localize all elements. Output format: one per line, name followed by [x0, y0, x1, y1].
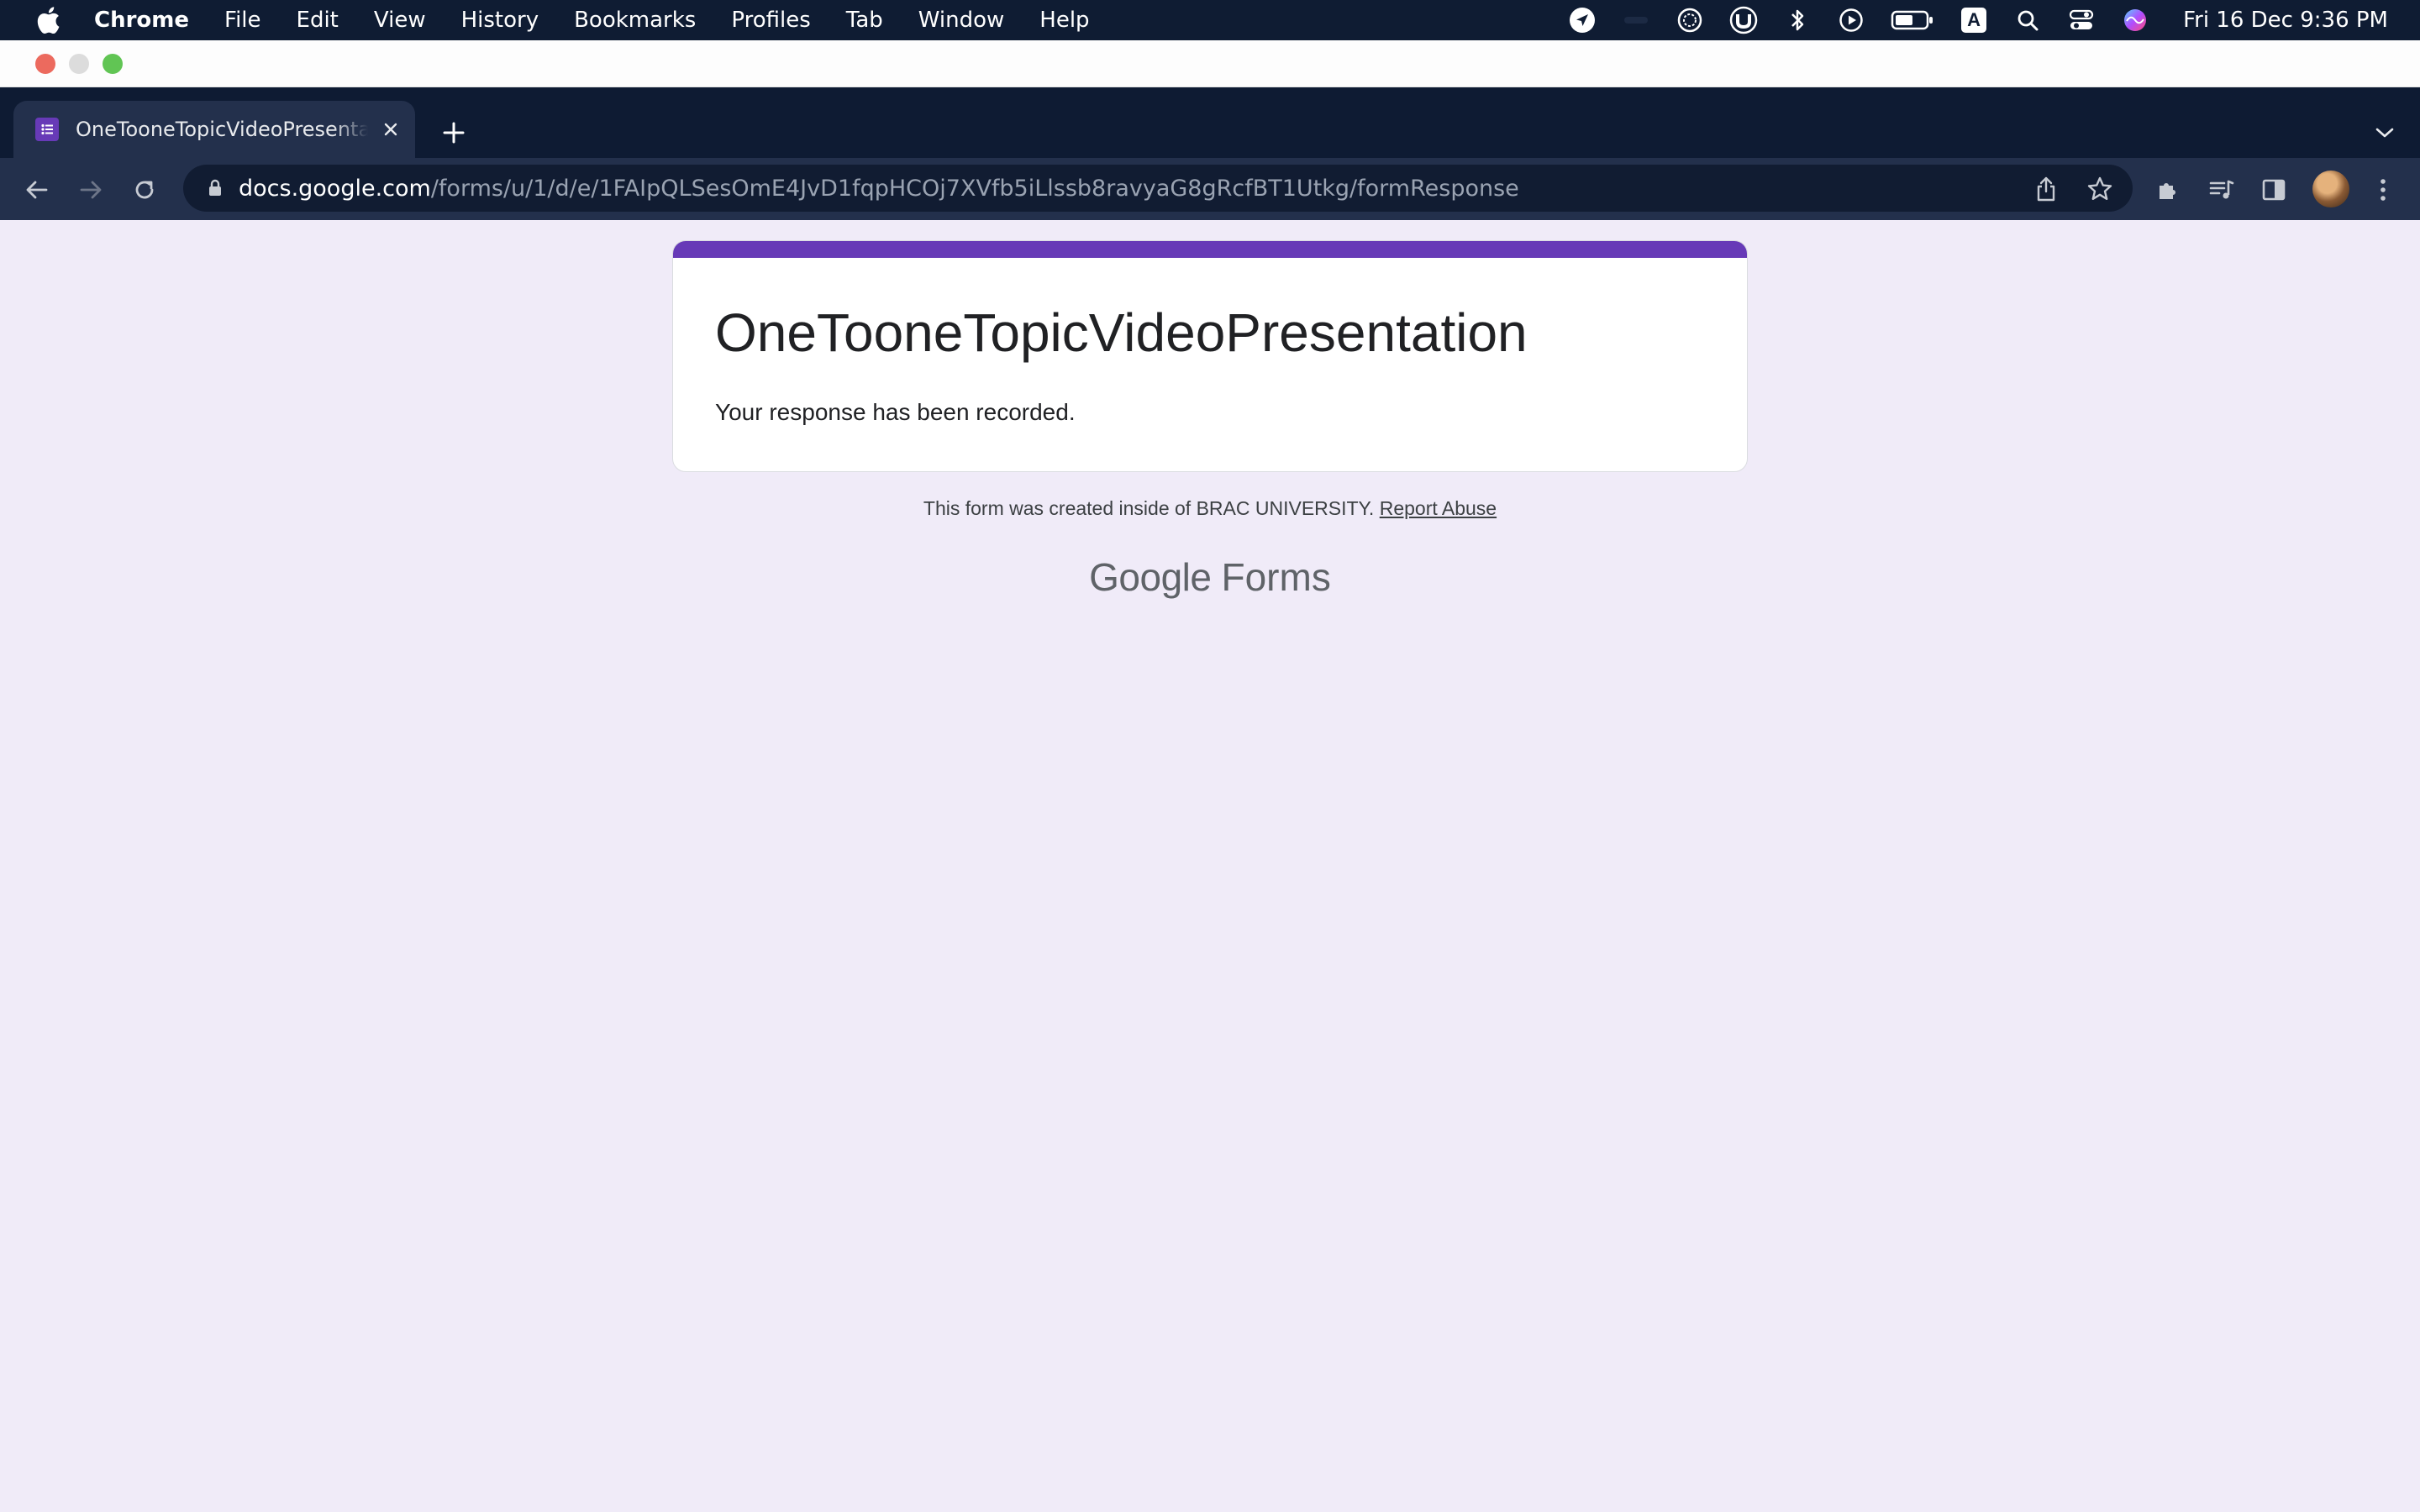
form-title: OneTooneTopicVideoPresentation — [715, 302, 1528, 363]
macos-menu-bar: Chrome File Edit View History Bookmarks … — [0, 0, 2420, 40]
battery-icon — [1891, 6, 1934, 34]
reload-icon[interactable] — [128, 173, 161, 207]
profile-avatar[interactable] — [2312, 171, 2349, 207]
chevron-down-icon[interactable] — [2370, 118, 2400, 148]
form-confirmation-card: OneTooneTopicVideoPresentation Your resp… — [672, 240, 1748, 472]
report-abuse-link[interactable]: Report Abuse — [1380, 497, 1497, 519]
url-path: /forms/u/1/d/e/1FAIpQLSesOmE4JvD1fqpHCOj… — [430, 175, 1519, 202]
share-icon[interactable] — [2032, 175, 2060, 203]
window-zoom-button[interactable] — [103, 54, 123, 74]
google-forms-icon — [35, 118, 59, 141]
tab-title: OneTooneTopicVideoPresentation — [76, 118, 368, 141]
url-host: docs.google.com — [239, 175, 431, 202]
extensions-puzzle-icon[interactable] — [2151, 173, 2185, 207]
control-center-icon[interactable] — [2067, 6, 2096, 34]
url-text[interactable]: docs.google.com/forms/u/1/d/e/1FAIpQLSes… — [239, 176, 1519, 202]
menu-profiles[interactable]: Profiles — [731, 8, 810, 33]
menu-tab[interactable]: Tab — [846, 8, 883, 33]
media-queue-icon[interactable] — [2205, 173, 2238, 207]
tab-strip: OneTooneTopicVideoPresentation — [0, 87, 2420, 158]
bookmark-star-icon[interactable] — [2086, 175, 2114, 203]
menu-edit[interactable]: Edit — [297, 8, 339, 33]
play-icon[interactable] — [1837, 6, 1865, 34]
menu-help[interactable]: Help — [1039, 8, 1089, 33]
vpn-icon[interactable] — [1729, 6, 1758, 34]
new-tab-plus-icon[interactable] — [437, 116, 471, 150]
menu-window[interactable]: Window — [918, 8, 1005, 33]
menu-view[interactable]: View — [374, 8, 426, 33]
window-close-button[interactable] — [35, 54, 55, 74]
confirmation-message: Your response has been recorded. — [715, 399, 1076, 425]
activity-icon[interactable] — [1676, 6, 1704, 34]
bluetooth-icon[interactable] — [1783, 6, 1812, 34]
hidden-icon[interactable] — [1622, 6, 1650, 34]
google-forms-logo[interactable]: Google Forms — [0, 554, 2420, 600]
lock-icon[interactable] — [203, 176, 227, 200]
form-accent-bar — [673, 241, 1747, 258]
menubar-clock[interactable]: Fri 16 Dec 9:36 PM — [2183, 8, 2388, 33]
window-title-bar — [0, 40, 2420, 87]
brand-forms: Forms — [1221, 555, 1331, 599]
keyboard-input-icon[interactable]: A — [1960, 6, 1988, 34]
menu-history[interactable]: History — [461, 8, 539, 33]
window-minimize-button[interactable] — [69, 54, 89, 74]
menu-file[interactable]: File — [224, 8, 261, 33]
location-arrow-icon[interactable] — [1568, 6, 1597, 34]
form-footer-note: This form was created inside of BRAC UNI… — [0, 497, 2420, 520]
siri-icon[interactable] — [2121, 6, 2149, 34]
menu-bookmarks[interactable]: Bookmarks — [574, 8, 696, 33]
keyboard-input-letter: A — [1961, 8, 1987, 33]
tab-close-icon[interactable] — [378, 117, 403, 142]
forward-arrow-icon[interactable] — [74, 173, 108, 207]
kebab-menu-icon[interactable] — [2366, 173, 2400, 207]
back-arrow-icon[interactable] — [20, 173, 54, 207]
apple-icon[interactable] — [35, 6, 60, 34]
side-panel-icon[interactable] — [2257, 173, 2291, 207]
tab-active[interactable]: OneTooneTopicVideoPresentation — [13, 101, 415, 158]
browser-toolbar: docs.google.com/forms/u/1/d/e/1FAIpQLSes… — [0, 158, 2420, 220]
menu-app-name[interactable]: Chrome — [94, 8, 189, 33]
search-icon[interactable] — [2013, 6, 2042, 34]
status-area: A Fri 16 Dec 9:36 PM — [1543, 0, 2420, 40]
brand-google: Google — [1089, 555, 1212, 599]
footer-text: This form was created inside of BRAC UNI… — [923, 497, 1375, 519]
address-bar[interactable]: docs.google.com/forms/u/1/d/e/1FAIpQLSes… — [183, 165, 2133, 212]
